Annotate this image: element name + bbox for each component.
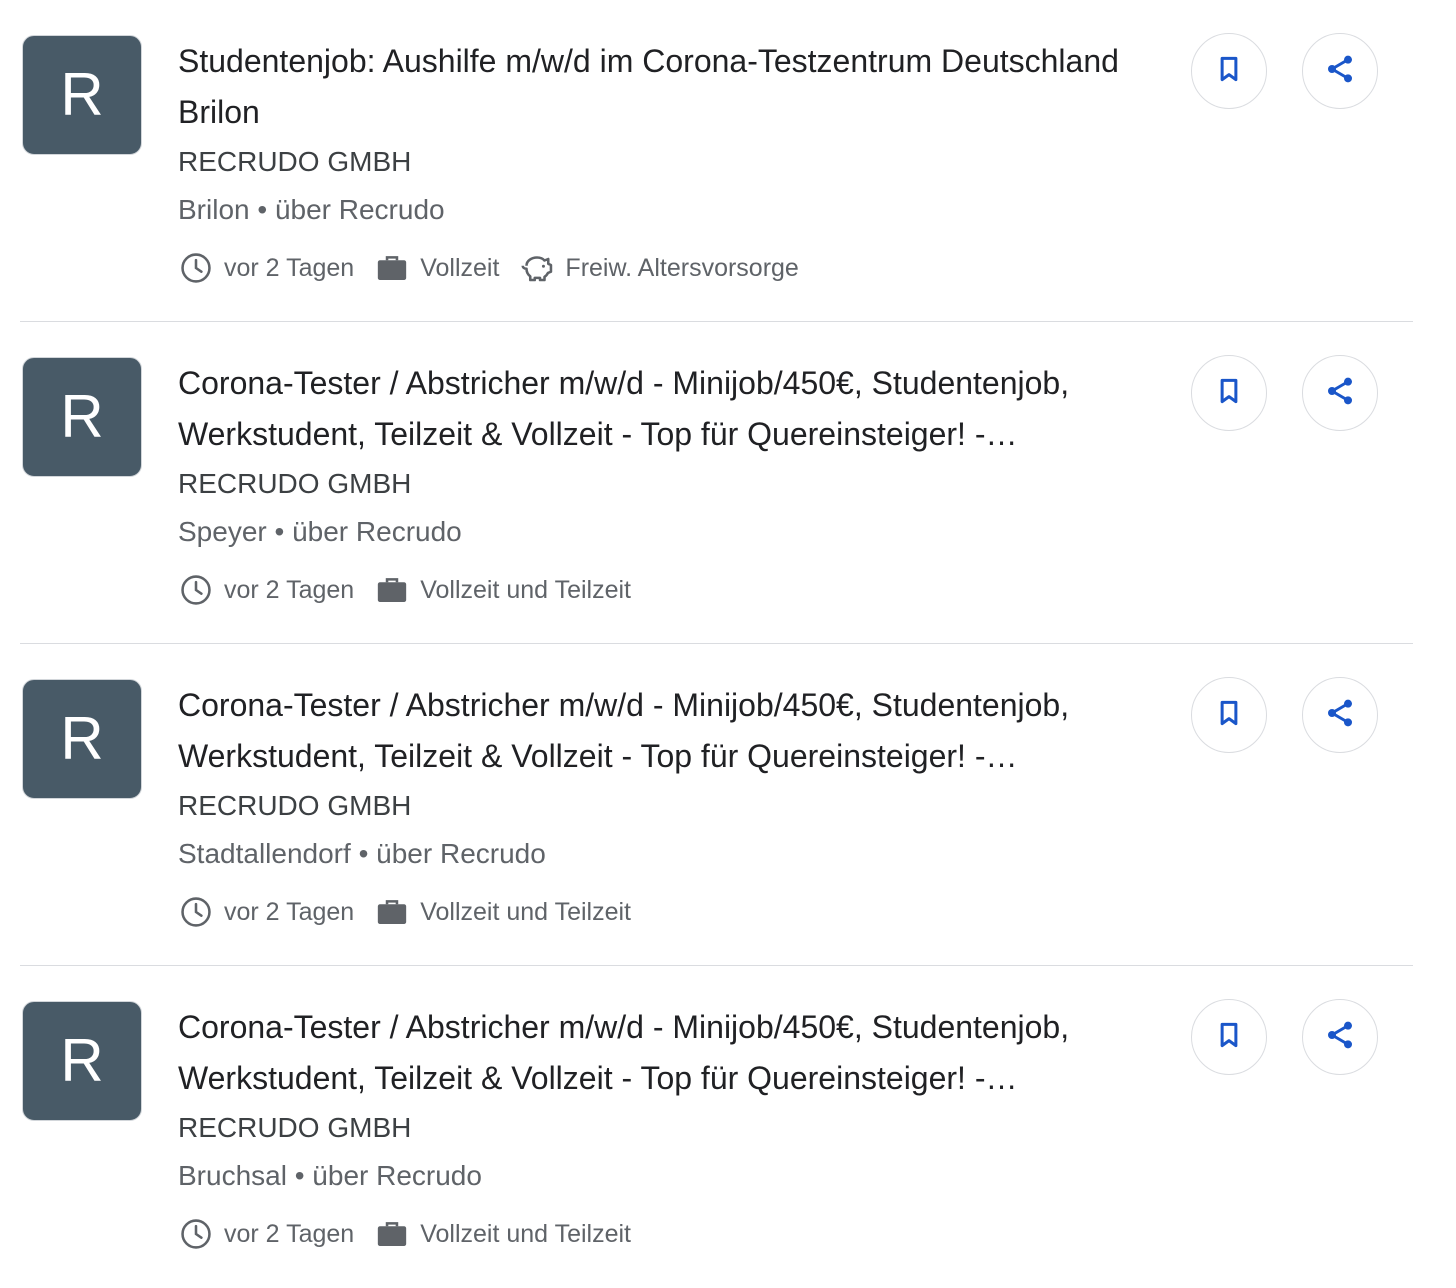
job-list: R Studentenjob: Aushilfe m/w/d im Corona…	[0, 0, 1456, 1288]
posted-date: vor 2 Tagen	[178, 250, 354, 286]
job-actions	[1191, 677, 1413, 753]
posted-date: vor 2 Tagen	[178, 894, 354, 930]
briefcase-icon	[374, 250, 410, 286]
company-logo: R	[22, 357, 142, 477]
bookmark-icon	[1214, 376, 1244, 411]
employment-type: Vollzeit	[374, 250, 499, 286]
share-job-button[interactable]	[1302, 33, 1378, 109]
bookmark-icon	[1214, 698, 1244, 733]
company-name: RECRUDO GMBH	[178, 1112, 412, 1143]
job-title[interactable]: Corona-Tester / Abstricher m/w/d - Minij…	[178, 1002, 1158, 1104]
posted-date-text: vor 2 Tagen	[224, 897, 355, 926]
job-title[interactable]: Studentenjob: Aushilfe m/w/d im Corona-T…	[178, 36, 1158, 138]
job-card[interactable]: R Studentenjob: Aushilfe m/w/d im Corona…	[0, 0, 1456, 322]
employment-type-text: Vollzeit und Teilzeit	[420, 1219, 631, 1248]
save-job-button[interactable]	[1191, 677, 1267, 753]
job-actions	[1191, 355, 1413, 431]
job-title[interactable]: Corona-Tester / Abstricher m/w/d - Minij…	[178, 358, 1158, 460]
save-job-button[interactable]	[1191, 33, 1267, 109]
employment-type-text: Vollzeit und Teilzeit	[420, 897, 631, 926]
job-details: Studentenjob: Aushilfe m/w/d im Corona-T…	[178, 36, 1158, 290]
share-icon	[1324, 1019, 1356, 1056]
job-title[interactable]: Corona-Tester / Abstricher m/w/d - Minij…	[178, 680, 1158, 782]
clock-icon	[178, 1216, 214, 1252]
clock-icon	[178, 250, 214, 286]
company-name: RECRUDO GMBH	[178, 790, 412, 821]
share-job-button[interactable]	[1302, 677, 1378, 753]
bookmark-icon	[1214, 54, 1244, 89]
employment-type: Vollzeit und Teilzeit	[374, 894, 631, 930]
briefcase-icon	[374, 1216, 410, 1252]
share-job-button[interactable]	[1302, 355, 1378, 431]
job-meta: vor 2 Tagen Vollzeit Freiw. Altersvorsor…	[178, 246, 1158, 290]
job-location: Brilon • über Recrudo	[178, 194, 445, 225]
job-card[interactable]: R Corona-Tester / Abstricher m/w/d - Min…	[0, 644, 1456, 966]
posted-date-text: vor 2 Tagen	[224, 1219, 355, 1248]
briefcase-icon	[374, 572, 410, 608]
job-location: Speyer • über Recrudo	[178, 516, 462, 547]
job-details: Corona-Tester / Abstricher m/w/d - Minij…	[178, 358, 1158, 612]
company-logo: R	[22, 1001, 142, 1121]
bookmark-icon	[1214, 1020, 1244, 1055]
job-meta: vor 2 Tagen Vollzeit und Teilzeit	[178, 1212, 1158, 1256]
clock-icon	[178, 894, 214, 930]
benefit-text: Freiw. Altersvorsorge	[565, 253, 799, 282]
job-actions	[1191, 33, 1413, 109]
company-logo: R	[22, 679, 142, 799]
company-name: RECRUDO GMBH	[178, 146, 412, 177]
save-job-button[interactable]	[1191, 999, 1267, 1075]
company-name: RECRUDO GMBH	[178, 468, 412, 499]
company-logo: R	[22, 35, 142, 155]
job-card[interactable]: R Corona-Tester / Abstricher m/w/d - Min…	[0, 966, 1456, 1288]
job-location: Bruchsal • über Recrudo	[178, 1160, 482, 1191]
piggy-bank-icon	[519, 250, 555, 286]
posted-date-text: vor 2 Tagen	[224, 575, 355, 604]
employment-type-text: Vollzeit	[420, 253, 500, 282]
share-icon	[1324, 53, 1356, 90]
employment-type: Vollzeit und Teilzeit	[374, 572, 631, 608]
clock-icon	[178, 572, 214, 608]
employment-type: Vollzeit und Teilzeit	[374, 1216, 631, 1252]
job-meta: vor 2 Tagen Vollzeit und Teilzeit	[178, 890, 1158, 934]
save-job-button[interactable]	[1191, 355, 1267, 431]
job-actions	[1191, 999, 1413, 1075]
job-location: Stadtallendorf • über Recrudo	[178, 838, 546, 869]
briefcase-icon	[374, 894, 410, 930]
posted-date: vor 2 Tagen	[178, 572, 354, 608]
job-details: Corona-Tester / Abstricher m/w/d - Minij…	[178, 680, 1158, 934]
posted-date: vor 2 Tagen	[178, 1216, 354, 1252]
share-icon	[1324, 697, 1356, 734]
employment-type-text: Vollzeit und Teilzeit	[420, 575, 631, 604]
share-job-button[interactable]	[1302, 999, 1378, 1075]
benefit: Freiw. Altersvorsorge	[519, 250, 799, 286]
share-icon	[1324, 375, 1356, 412]
job-card[interactable]: R Corona-Tester / Abstricher m/w/d - Min…	[0, 322, 1456, 644]
job-details: Corona-Tester / Abstricher m/w/d - Minij…	[178, 1002, 1158, 1256]
posted-date-text: vor 2 Tagen	[224, 253, 355, 282]
job-meta: vor 2 Tagen Vollzeit und Teilzeit	[178, 568, 1158, 612]
